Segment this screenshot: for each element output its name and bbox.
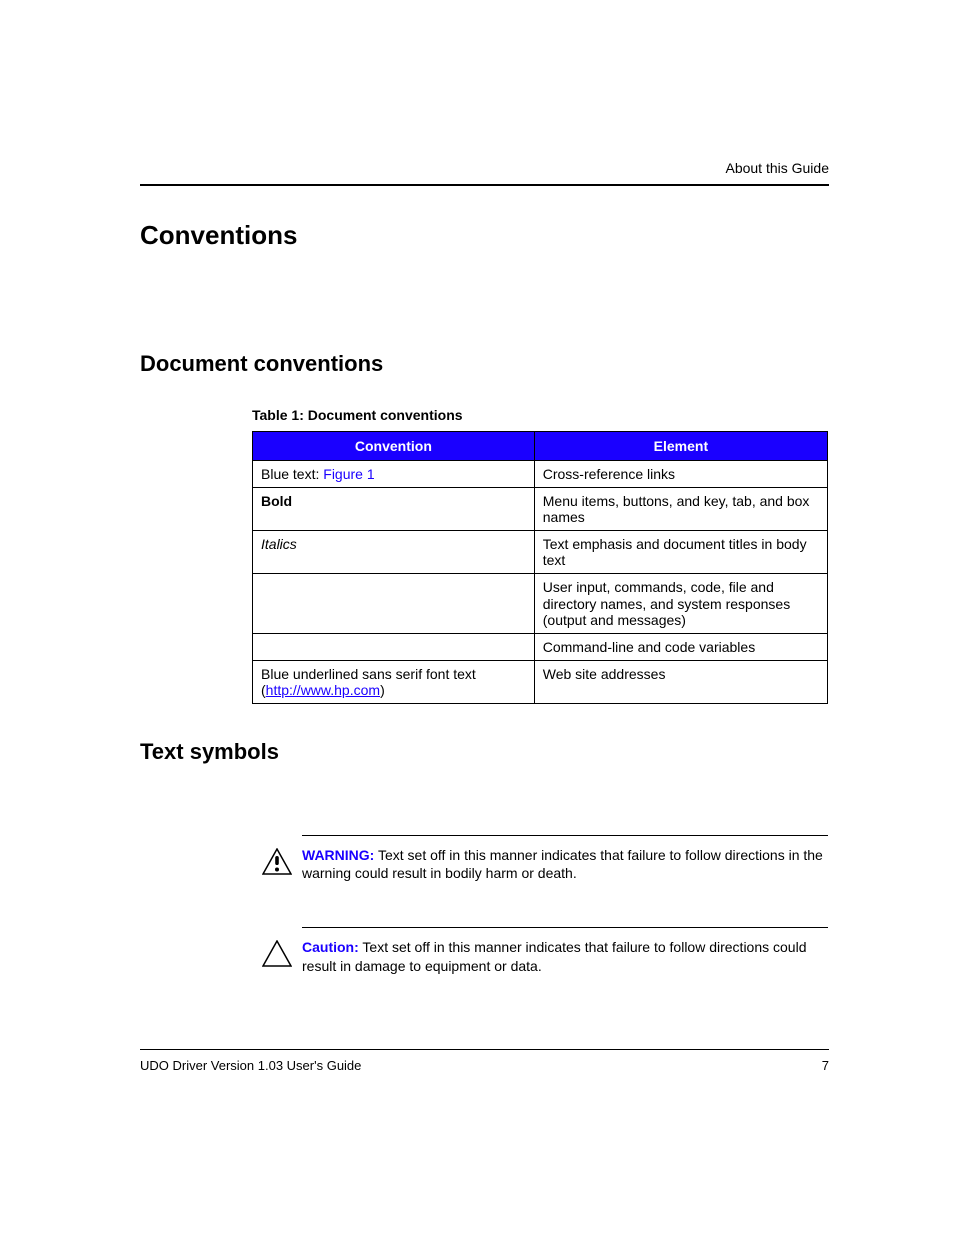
divider [302,835,828,836]
conventions-table-wrap: Table 1: Document conventions Convention… [252,407,829,704]
warning-text: WARNING: Text set off in this manner ind… [302,846,828,882]
caution-block: Caution: Text set off in this manner ind… [252,927,828,974]
cell-convention [253,574,535,633]
footer-rule [140,1049,829,1050]
footer-title: UDO Driver Version 1.03 User's Guide [140,1058,361,1073]
table-header-element: Element [534,432,827,461]
table-row: User input, commands, code, file and dir… [253,574,828,633]
cell-convention: Blue underlined sans serif font text (ht… [253,660,535,703]
cell-element: Text emphasis and document titles in bod… [534,531,827,574]
warning-label: WARNING: [302,847,374,863]
warning-icon [262,848,292,876]
table-row: Italics Text emphasis and document title… [253,531,828,574]
url-link[interactable]: http://www.hp.com [266,682,380,698]
cell-element: Menu items, buttons, and key, tab, and b… [534,488,827,531]
table-row: Blue underlined sans serif font text (ht… [253,660,828,703]
caution-label: Caution: [302,939,359,955]
warning-block: WARNING: Text set off in this manner ind… [252,835,828,882]
cell-element: Cross-reference links [534,461,827,488]
table-row: Blue text: Figure 1 Cross-reference link… [253,461,828,488]
table-row: Bold Menu items, buttons, and key, tab, … [253,488,828,531]
cell-element: User input, commands, code, file and dir… [534,574,827,633]
table-row: Command-line and code variables [253,633,828,660]
caution-icon [262,940,292,968]
conventions-table: Convention Element Blue text: Figure 1 C… [252,431,828,704]
document-page: About this Guide Conventions Document co… [0,0,954,1235]
cell-element: Command-line and code variables [534,633,827,660]
heading-document-conventions: Document conventions [140,351,829,377]
cell-convention: Blue text: Figure 1 [253,461,535,488]
cell-convention: Bold [253,488,535,531]
cell-convention [253,633,535,660]
caution-text: Caution: Text set off in this manner ind… [302,938,828,974]
heading-conventions: Conventions [140,220,829,251]
cell-convention: Italics [253,531,535,574]
table-header-convention: Convention [253,432,535,461]
header-rule [140,184,829,186]
divider [302,927,828,928]
cell-element: Web site addresses [534,660,827,703]
heading-text-symbols: Text symbols [140,739,829,765]
cross-reference-link[interactable]: Figure 1 [323,466,374,482]
table-caption: Table 1: Document conventions [252,407,829,423]
page-number: 7 [822,1058,829,1073]
running-header: About this Guide [725,160,829,176]
